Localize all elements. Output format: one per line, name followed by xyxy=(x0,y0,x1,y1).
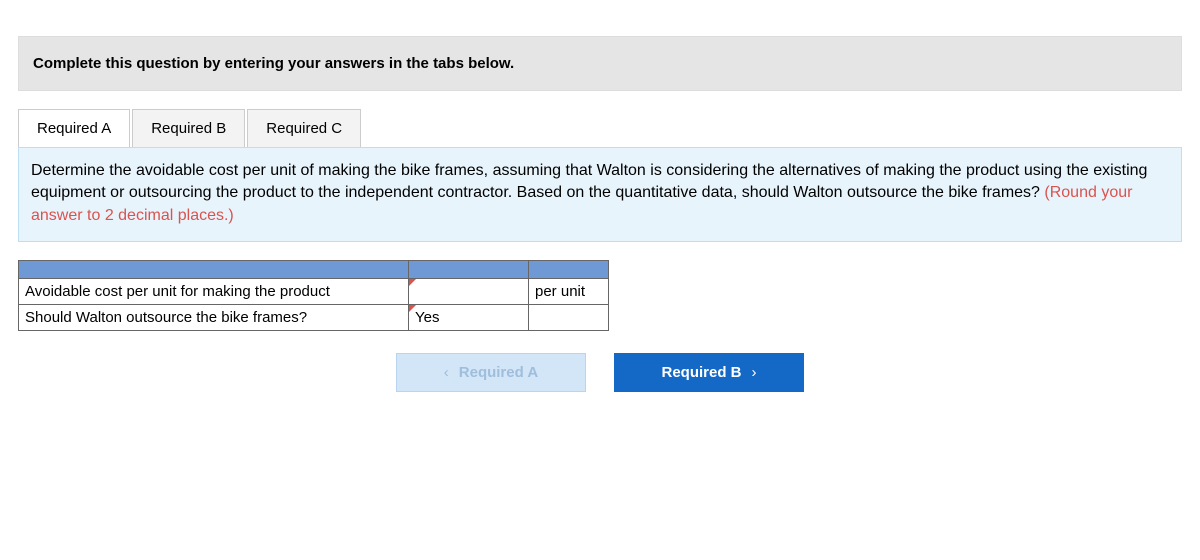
tab-required-a[interactable]: Required A xyxy=(18,109,130,147)
nav-buttons: ‹ Required A Required B › xyxy=(18,353,1182,392)
next-button[interactable]: Required B › xyxy=(614,353,804,392)
row1-unit: per unit xyxy=(529,279,609,305)
tab-required-c[interactable]: Required C xyxy=(247,109,361,147)
tab-required-b[interactable]: Required B xyxy=(132,109,245,147)
table-header-row xyxy=(19,261,609,279)
chevron-left-icon: ‹ xyxy=(444,364,449,381)
next-label: Required B xyxy=(661,364,741,381)
row2-value: Yes xyxy=(415,309,439,326)
row2-label: Should Walton outsource the bike frames? xyxy=(19,305,409,331)
required-marker-icon xyxy=(409,279,416,286)
question-text: Determine the avoidable cost per unit of… xyxy=(31,162,1147,201)
answer-table: Avoidable cost per unit for making the p… xyxy=(18,260,609,331)
question-box: Determine the avoidable cost per unit of… xyxy=(18,147,1182,242)
row2-input[interactable]: Yes xyxy=(409,305,529,331)
instruction-bar: Complete this question by entering your … xyxy=(18,36,1182,91)
row-outsource-decision: Should Walton outsource the bike frames?… xyxy=(19,305,609,331)
row-avoidable-cost: Avoidable cost per unit for making the p… xyxy=(19,279,609,305)
chevron-right-icon: › xyxy=(752,364,757,381)
prev-button[interactable]: ‹ Required A xyxy=(396,353,586,392)
row1-input[interactable] xyxy=(409,279,529,305)
row2-unit xyxy=(529,305,609,331)
row1-label: Avoidable cost per unit for making the p… xyxy=(19,279,409,305)
tab-strip: Required A Required B Required C xyxy=(18,109,1182,147)
prev-label: Required A xyxy=(459,364,538,381)
required-marker-icon xyxy=(409,305,416,312)
